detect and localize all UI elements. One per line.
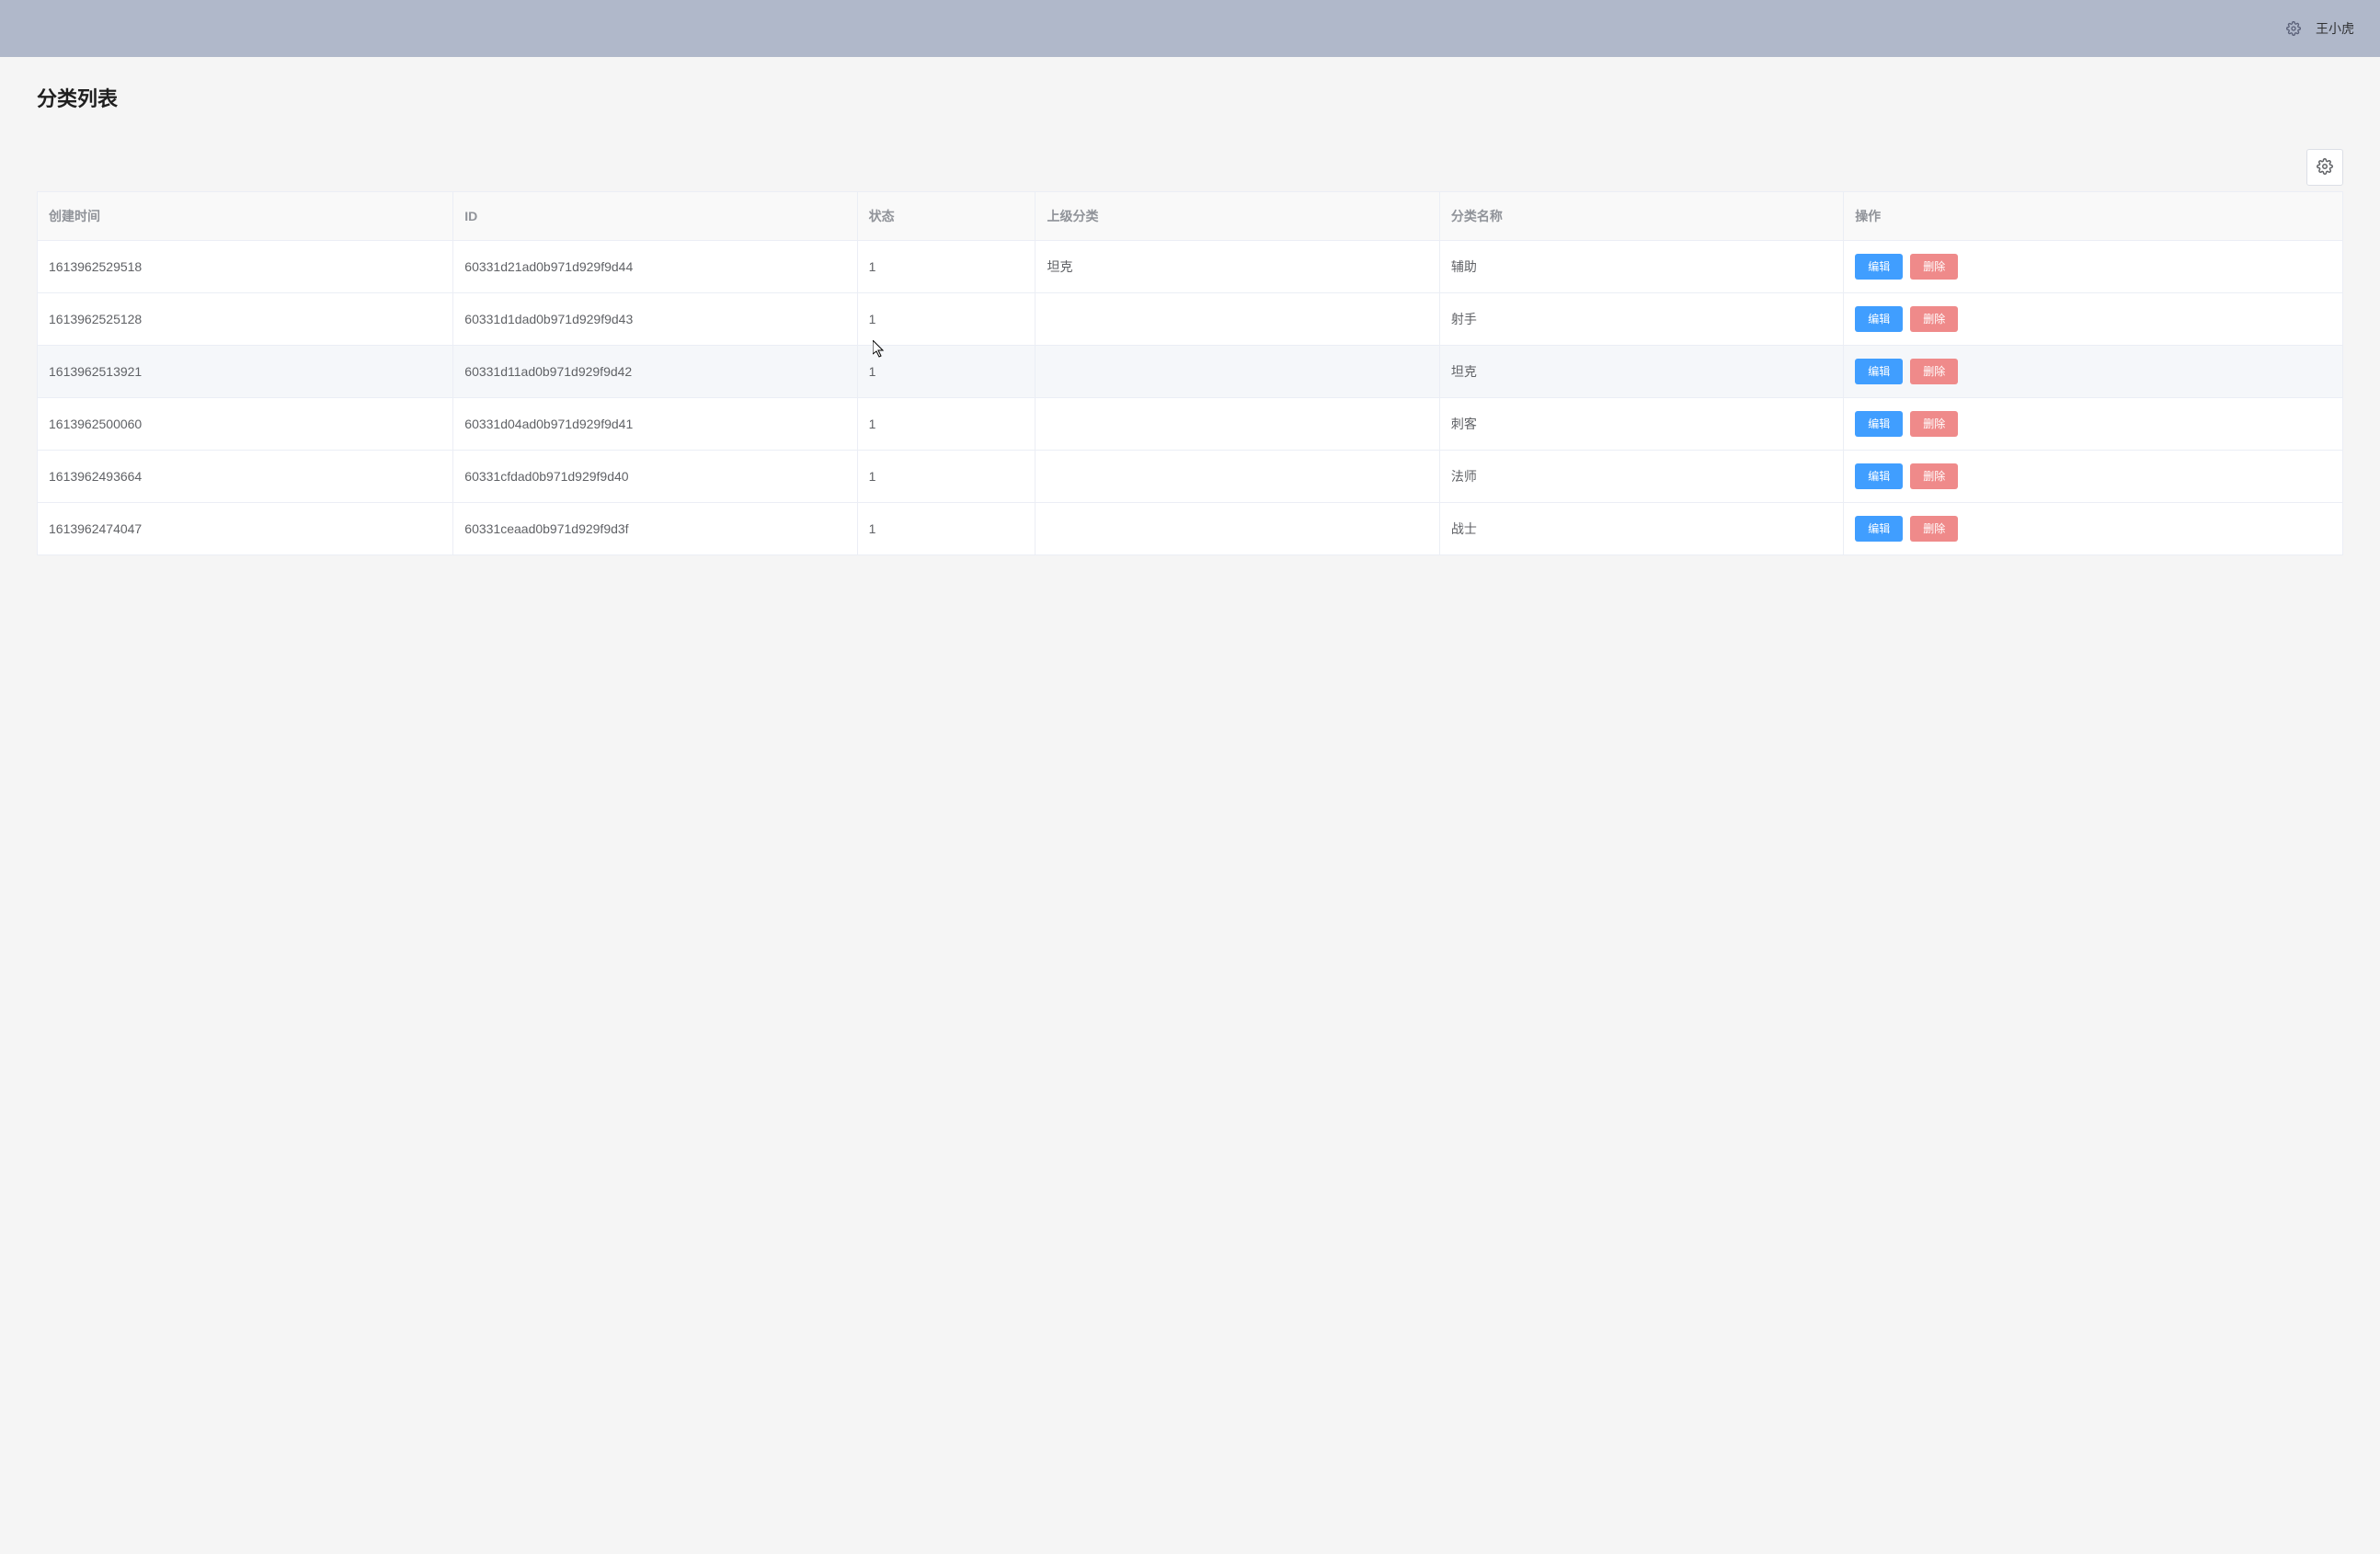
delete-button[interactable]: 删除 — [1910, 411, 1958, 437]
cell-ops: 编辑删除 — [1844, 346, 2343, 398]
edit-button[interactable]: 编辑 — [1855, 516, 1903, 542]
table-toolbar — [37, 149, 2343, 186]
cell-parent — [1036, 293, 1439, 346]
edit-button[interactable]: 编辑 — [1855, 463, 1903, 489]
table-header-row: 创建时间 ID 状态 上级分类 分类名称 操作 — [38, 192, 2343, 241]
cell-parent — [1036, 398, 1439, 451]
cell-created: 1613962493664 — [38, 451, 453, 503]
cell-parent — [1036, 503, 1439, 555]
cell-status: 1 — [857, 293, 1036, 346]
table-row: 161396247404760331ceaad0b971d929f9d3f1 战士… — [38, 503, 2343, 555]
top-header: 王小虎 — [0, 0, 2380, 57]
gear-icon[interactable] — [2286, 21, 2301, 36]
col-created: 创建时间 — [38, 192, 453, 241]
cell-ops: 编辑删除 — [1844, 293, 2343, 346]
category-table: 创建时间 ID 状态 上级分类 分类名称 操作 1613962529518603… — [37, 191, 2343, 555]
edit-button[interactable]: 编辑 — [1855, 359, 1903, 384]
cell-status: 1 — [857, 346, 1036, 398]
cell-status: 1 — [857, 503, 1036, 555]
gear-icon — [2317, 158, 2333, 177]
cell-created: 1613962474047 — [38, 503, 453, 555]
cell-id: 60331cfdad0b971d929f9d40 — [453, 451, 857, 503]
main-content: 分类列表 创建时间 ID 状态 上级分类 分类名称 操作 16139625295… — [0, 57, 2380, 581]
cell-ops: 编辑删除 — [1844, 451, 2343, 503]
cell-ops: 编辑删除 — [1844, 398, 2343, 451]
table-row: 161396249366460331cfdad0b971d929f9d401 法师… — [38, 451, 2343, 503]
col-ops: 操作 — [1844, 192, 2343, 241]
cell-id: 60331d1dad0b971d929f9d43 — [453, 293, 857, 346]
cell-name: 刺客 — [1439, 398, 1843, 451]
delete-button[interactable]: 删除 — [1910, 359, 1958, 384]
table-row: 161396252951860331d21ad0b971d929f9d441坦克… — [38, 241, 2343, 293]
edit-button[interactable]: 编辑 — [1855, 254, 1903, 280]
delete-button[interactable]: 删除 — [1910, 254, 1958, 280]
table-row: 161396250006060331d04ad0b971d929f9d411 刺客… — [38, 398, 2343, 451]
cell-status: 1 — [857, 451, 1036, 503]
page-title: 分类列表 — [37, 83, 2343, 112]
cell-ops: 编辑删除 — [1844, 503, 2343, 555]
edit-button[interactable]: 编辑 — [1855, 306, 1903, 332]
col-id: ID — [453, 192, 857, 241]
col-name: 分类名称 — [1439, 192, 1843, 241]
cell-created: 1613962513921 — [38, 346, 453, 398]
table-row: 161396252512860331d1dad0b971d929f9d431 射手… — [38, 293, 2343, 346]
cell-ops: 编辑删除 — [1844, 241, 2343, 293]
cell-parent — [1036, 451, 1439, 503]
table-settings-button[interactable] — [2306, 149, 2343, 186]
cell-name: 法师 — [1439, 451, 1843, 503]
table-row: 161396251392160331d11ad0b971d929f9d421 坦克… — [38, 346, 2343, 398]
cell-parent: 坦克 — [1036, 241, 1439, 293]
delete-button[interactable]: 删除 — [1910, 463, 1958, 489]
col-parent: 上级分类 — [1036, 192, 1439, 241]
cell-id: 60331d21ad0b971d929f9d44 — [453, 241, 857, 293]
edit-button[interactable]: 编辑 — [1855, 411, 1903, 437]
cell-created: 1613962529518 — [38, 241, 453, 293]
cell-name: 战士 — [1439, 503, 1843, 555]
cell-created: 1613962500060 — [38, 398, 453, 451]
cell-created: 1613962525128 — [38, 293, 453, 346]
col-status: 状态 — [857, 192, 1036, 241]
cell-id: 60331d04ad0b971d929f9d41 — [453, 398, 857, 451]
cell-id: 60331ceaad0b971d929f9d3f — [453, 503, 857, 555]
cell-id: 60331d11ad0b971d929f9d42 — [453, 346, 857, 398]
cell-parent — [1036, 346, 1439, 398]
delete-button[interactable]: 删除 — [1910, 516, 1958, 542]
cell-status: 1 — [857, 398, 1036, 451]
header-username[interactable]: 王小虎 — [2316, 19, 2354, 38]
cell-name: 坦克 — [1439, 346, 1843, 398]
cell-status: 1 — [857, 241, 1036, 293]
cell-name: 射手 — [1439, 293, 1843, 346]
cell-name: 辅助 — [1439, 241, 1843, 293]
delete-button[interactable]: 删除 — [1910, 306, 1958, 332]
